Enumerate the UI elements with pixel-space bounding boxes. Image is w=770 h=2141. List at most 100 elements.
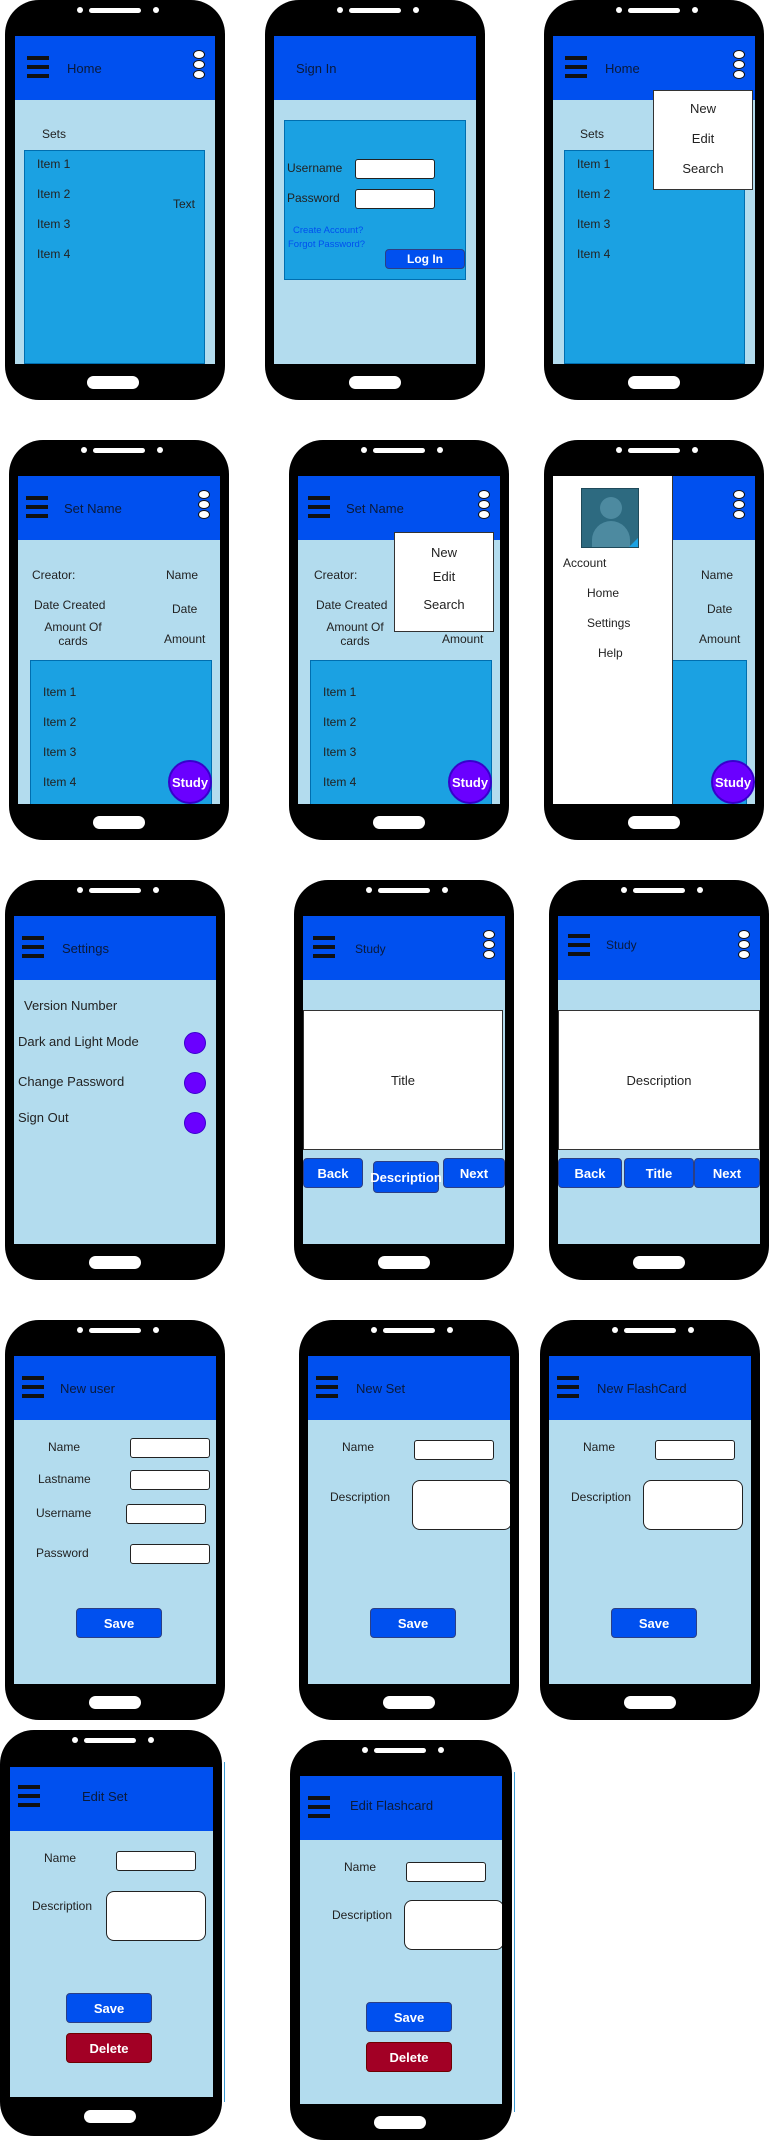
change-password-label[interactable]: Change Password xyxy=(18,1074,124,1089)
menu-item-search[interactable]: Search xyxy=(395,597,493,612)
menu-icon[interactable] xyxy=(308,1796,330,1818)
list-item[interactable]: Item 1 xyxy=(43,685,76,699)
description-input[interactable] xyxy=(643,1480,743,1530)
menu-icon[interactable] xyxy=(313,936,335,958)
name-input[interactable] xyxy=(406,1862,486,1882)
more-options-icon[interactable] xyxy=(733,490,745,520)
delete-button[interactable]: Delete xyxy=(66,2033,152,2063)
list-item[interactable]: Item 4 xyxy=(323,775,356,789)
drawer-item-account[interactable]: Account xyxy=(563,556,606,570)
menu-icon[interactable] xyxy=(27,56,49,78)
more-options-icon[interactable] xyxy=(193,50,205,80)
username-input[interactable] xyxy=(126,1504,206,1524)
name-label: Name xyxy=(342,1440,375,1454)
menu-icon[interactable] xyxy=(18,1785,40,1807)
phone-study-description: Study Description Back Title Next xyxy=(549,880,769,1280)
list-item[interactable]: Item 1 xyxy=(577,157,610,171)
save-button[interactable]: Save xyxy=(366,2002,452,2032)
list-item[interactable]: Item 3 xyxy=(323,745,356,759)
home-button xyxy=(624,1696,676,1709)
study-button[interactable]: Study xyxy=(168,760,212,804)
description-input[interactable] xyxy=(404,1900,502,1950)
list-item[interactable]: Item 1 xyxy=(37,157,70,171)
more-options-icon[interactable] xyxy=(198,490,210,520)
sets-label: Sets xyxy=(580,127,605,141)
menu-icon[interactable] xyxy=(565,56,587,78)
flashcard[interactable]: Description xyxy=(558,1010,760,1150)
more-options-icon[interactable] xyxy=(738,930,750,960)
menu-item-search[interactable]: Search xyxy=(654,161,752,176)
password-input[interactable] xyxy=(130,1544,210,1564)
change-password-toggle[interactable] xyxy=(184,1072,206,1094)
more-options-icon[interactable] xyxy=(483,930,495,960)
page-title: Sign In xyxy=(296,61,337,76)
list-item[interactable]: Item 2 xyxy=(323,715,356,729)
password-input[interactable] xyxy=(355,189,435,209)
lastname-label: Lastname xyxy=(38,1472,91,1486)
speaker xyxy=(628,448,680,453)
drawer-item-help[interactable]: Help xyxy=(598,646,623,660)
list-item[interactable]: Item 2 xyxy=(43,715,76,729)
screen: Set Name Creator: Name Date Created Date… xyxy=(18,476,220,804)
save-button[interactable]: Save xyxy=(611,1608,697,1638)
menu-item-edit[interactable]: Edit xyxy=(395,569,493,584)
forgot-password-link[interactable]: Forgot Password? xyxy=(288,239,365,250)
more-options-icon[interactable] xyxy=(733,50,745,80)
drawer-item-settings[interactable]: Settings xyxy=(587,616,630,630)
name-input[interactable] xyxy=(655,1440,735,1460)
sign-out-toggle[interactable] xyxy=(184,1112,206,1134)
list-item[interactable]: Item 2 xyxy=(577,187,610,201)
list-item[interactable]: Item 4 xyxy=(577,247,610,261)
next-button[interactable]: Next xyxy=(694,1158,760,1188)
page-title: New FlashCard xyxy=(597,1381,687,1396)
list-item[interactable]: Item 2 xyxy=(37,187,70,201)
list-item[interactable]: Item 3 xyxy=(37,217,70,231)
list-item[interactable]: Item 3 xyxy=(43,745,76,759)
study-button[interactable]: Study xyxy=(711,760,755,804)
sign-out-label[interactable]: Sign Out xyxy=(18,1110,69,1125)
menu-icon[interactable] xyxy=(308,496,330,518)
flashcard[interactable]: Title xyxy=(303,1010,503,1150)
study-button[interactable]: Study xyxy=(448,760,492,804)
create-account-link[interactable]: Create Account? xyxy=(293,225,363,236)
description-input[interactable] xyxy=(106,1891,206,1941)
sensor-dot xyxy=(361,447,367,453)
save-button[interactable]: Save xyxy=(76,1608,162,1638)
back-button[interactable]: Back xyxy=(303,1158,363,1188)
list-item[interactable]: Item 3 xyxy=(577,217,610,231)
list-item[interactable]: Item 4 xyxy=(43,775,76,789)
list-item[interactable]: Item 1 xyxy=(323,685,356,699)
name-input[interactable] xyxy=(414,1440,494,1460)
app-bar: Home xyxy=(15,36,215,100)
menu-icon[interactable] xyxy=(557,1376,579,1398)
more-options-icon[interactable] xyxy=(478,490,490,520)
description-input[interactable] xyxy=(412,1480,510,1530)
back-button[interactable]: Back xyxy=(558,1158,622,1188)
date-created-label: Date Created xyxy=(34,598,106,612)
camera-dot xyxy=(153,7,159,13)
drawer-item-home[interactable]: Home xyxy=(587,586,619,600)
flip-description-button[interactable]: Description xyxy=(370,1161,442,1193)
list-item[interactable]: Item 4 xyxy=(37,247,70,261)
flip-title-button[interactable]: Title xyxy=(624,1158,694,1188)
save-button[interactable]: Save xyxy=(370,1608,456,1638)
dark-light-mode-toggle[interactable] xyxy=(184,1032,206,1054)
delete-button[interactable]: Delete xyxy=(366,2042,452,2072)
menu-item-new[interactable]: New xyxy=(395,545,493,560)
creator-label: Creator: xyxy=(32,568,76,582)
save-button[interactable]: Save xyxy=(66,1993,152,2023)
name-input[interactable] xyxy=(116,1851,196,1871)
menu-icon[interactable] xyxy=(316,1376,338,1398)
name-input[interactable] xyxy=(130,1438,210,1458)
menu-icon[interactable] xyxy=(26,496,48,518)
log-in-button[interactable]: Log In xyxy=(385,249,465,269)
menu-item-new[interactable]: New xyxy=(654,101,752,116)
username-input[interactable] xyxy=(355,159,435,179)
menu-icon[interactable] xyxy=(22,936,44,958)
lastname-input[interactable] xyxy=(130,1470,210,1490)
menu-item-edit[interactable]: Edit xyxy=(654,131,752,146)
date-created-label: Date Created xyxy=(316,598,388,612)
menu-icon[interactable] xyxy=(568,934,590,956)
menu-icon[interactable] xyxy=(22,1376,44,1398)
next-button[interactable]: Next xyxy=(443,1158,505,1188)
